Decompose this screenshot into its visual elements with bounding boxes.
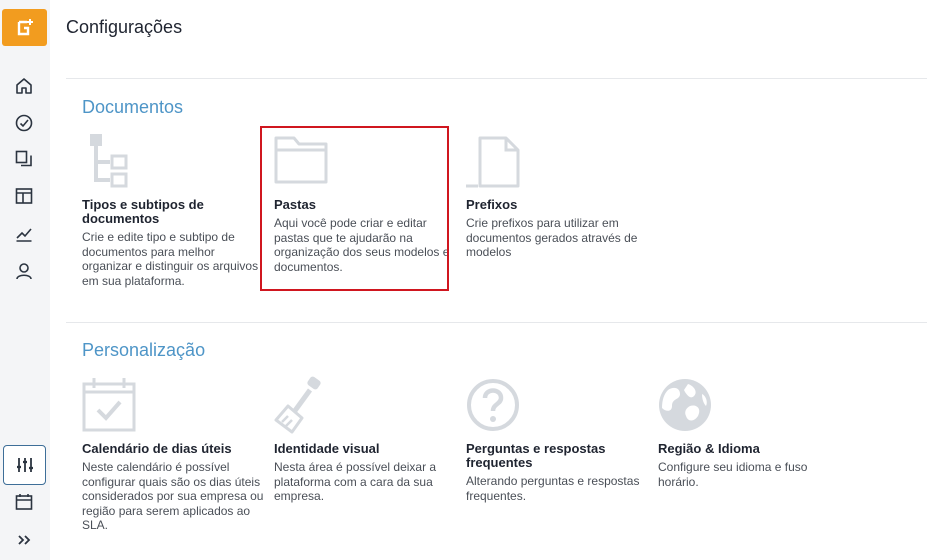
question-circle-icon	[466, 376, 520, 434]
card-tipos-subtipos[interactable]: Tipos e subtipos de documentos Crie e ed…	[82, 132, 266, 288]
layout-icon[interactable]	[13, 185, 35, 207]
card-title: Calendário de dias úteis	[82, 441, 232, 456]
expand-icon[interactable]	[13, 529, 35, 551]
divider	[66, 78, 927, 79]
card-description: Configure seu idioma e fuso horário.	[658, 460, 808, 489]
globe-icon	[658, 376, 712, 434]
calendar-icon[interactable]	[13, 491, 35, 513]
card-title: Perguntas e respostas frequentes	[466, 441, 606, 470]
card-calendario[interactable]: Calendário de dias úteis Neste calendári…	[82, 376, 266, 533]
card-title: Identidade visual	[274, 441, 380, 456]
card-prefixos[interactable]: Prefixos Crie prefixos para utilizar em …	[466, 132, 650, 260]
card-title: Prefixos	[466, 197, 518, 212]
page-title: Configurações	[66, 17, 183, 37]
document-tree-icon	[82, 132, 136, 190]
card-title: Tipos e subtipos de documentos	[82, 197, 204, 226]
sidebar	[0, 0, 50, 560]
card-perguntas-respostas[interactable]: Perguntas e respostas frequentes Alteran…	[466, 376, 650, 503]
home-icon[interactable]	[13, 75, 35, 97]
user-icon[interactable]	[13, 260, 35, 282]
paint-brush-icon	[274, 376, 328, 434]
card-description: Crie prefixos para utilizar em documento…	[466, 216, 638, 259]
section-title-personalizacao: Personalização	[82, 340, 206, 360]
card-identidade-visual[interactable]: Identidade visual Nesta área é possível …	[274, 376, 458, 504]
section-title-documentos: Documentos	[82, 97, 184, 117]
dashboard-icon[interactable]	[13, 112, 35, 134]
divider	[66, 322, 927, 323]
card-description: Neste calendário é possível configurar q…	[82, 460, 264, 532]
prefix-document-icon	[466, 132, 520, 190]
chart-icon[interactable]	[13, 223, 35, 245]
settings-sliders-icon[interactable]	[3, 445, 46, 485]
card-description: Alterando perguntas e respostas frequent…	[466, 474, 640, 503]
card-title: Região & Idioma	[658, 441, 760, 456]
calendar-check-icon	[82, 376, 136, 434]
logo-icon[interactable]	[2, 9, 47, 46]
documents-icon[interactable]	[13, 148, 35, 170]
selection-highlight	[260, 126, 449, 291]
card-description: Crie e edite tipo e subtipo de documento…	[82, 230, 259, 288]
card-description: Nesta área é possível deixar a plataform…	[274, 460, 437, 503]
card-regiao-idioma[interactable]: Região & Idioma Configure seu idioma e f…	[658, 376, 842, 489]
